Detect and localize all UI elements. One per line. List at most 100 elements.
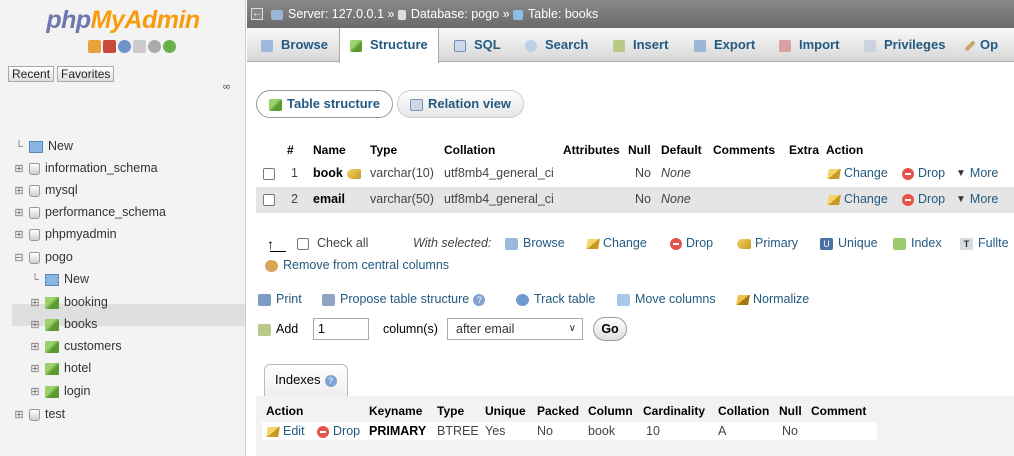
expand-icon[interactable]: ⊞ — [28, 386, 42, 398]
col-header-default[interactable]: Default — [661, 143, 702, 157]
bulk-index-button[interactable]: Index — [893, 236, 942, 250]
breadcrumb-separator: » — [502, 7, 510, 21]
docs-icon[interactable] — [133, 40, 146, 53]
bulk-fulltext-button[interactable]: T Fullte — [960, 236, 1009, 250]
favorites-button[interactable]: Favorites — [57, 66, 115, 82]
print-link[interactable]: Print — [258, 292, 302, 306]
tree-item-label: New — [64, 272, 90, 286]
reload-icon[interactable] — [163, 40, 176, 53]
expand-icon[interactable]: ⊞ — [12, 229, 26, 241]
logo-part2: MyAdmin — [90, 6, 201, 34]
settings-icon[interactable] — [148, 40, 161, 53]
check-all-label[interactable]: Check all — [317, 236, 368, 250]
row-checkbox[interactable] — [263, 194, 275, 206]
expand-icon[interactable]: ⊞ — [28, 363, 42, 375]
row-checkbox[interactable] — [263, 168, 275, 180]
collapse-icon[interactable]: ← — [251, 8, 263, 20]
tree-item-label: mysql — [45, 183, 78, 197]
expand-icon[interactable]: ⊞ — [12, 207, 26, 219]
bulk-drop-button[interactable]: Drop — [670, 236, 713, 250]
tab-structure[interactable]: Structure — [339, 28, 439, 63]
tree-item-login[interactable]: ⊞ login — [28, 380, 90, 402]
expand-icon[interactable]: ⊞ — [28, 297, 42, 309]
breadcrumb-database[interactable]: Database: pogo — [411, 7, 499, 21]
subtab-relation-view[interactable]: Relation view — [396, 90, 525, 118]
change-link[interactable]: Change — [827, 166, 888, 180]
column-count-input[interactable]: 1 — [313, 318, 369, 340]
tree-item-phpmyadmin[interactable]: ⊞ phpmyadmin — [12, 223, 116, 245]
drop-link[interactable]: Drop — [902, 166, 945, 180]
subtab-table-structure[interactable]: Table structure — [256, 90, 393, 118]
drop-link[interactable]: Drop — [902, 192, 945, 206]
home-icon[interactable] — [88, 40, 101, 53]
main-tabs: Browse Structure SQL Search Insert Expor… — [247, 28, 1014, 63]
expand-icon[interactable]: ⊞ — [28, 341, 42, 353]
tree-item-pogo[interactable]: ⊟ pogo — [12, 246, 72, 268]
track-table-link[interactable]: Track table — [516, 292, 595, 306]
bulk-browse-button[interactable]: Browse — [505, 236, 565, 250]
column-position-select[interactable]: after email ∨ — [447, 318, 583, 340]
help-icon[interactable]: ? — [473, 293, 486, 306]
tab-export[interactable]: Export — [684, 28, 765, 62]
col-header-attributes[interactable]: Attributes — [563, 143, 620, 157]
change-label: Change — [844, 192, 888, 206]
normalize-link[interactable]: Normalize — [736, 292, 809, 306]
tree-item-test[interactable]: ⊞ test — [12, 403, 65, 425]
change-link[interactable]: Change — [827, 192, 888, 206]
expand-icon[interactable]: ⊞ — [12, 185, 26, 197]
col-header-extra[interactable]: Extra — [789, 143, 819, 157]
help-icon[interactable]: ? — [324, 374, 337, 387]
tab-import[interactable]: Import — [769, 28, 849, 62]
more-dropdown[interactable]: ▼ More — [956, 192, 998, 206]
propose-structure-link[interactable]: Propose table structure? — [322, 292, 486, 306]
idx-header-keyname: Keyname — [369, 404, 423, 418]
tree-item-booking[interactable]: ⊞ booking — [28, 291, 107, 313]
tab-operations[interactable]: Op — [958, 28, 1008, 62]
tab-privileges[interactable]: Privileges — [854, 28, 955, 62]
columns-unit-label: column(s) — [383, 322, 438, 336]
tree-item-new[interactable]: └ New — [12, 135, 73, 157]
tab-insert[interactable]: Insert — [603, 28, 678, 62]
breadcrumb: Server: 127.0.0.1 » Database: pogo » Tab… — [271, 0, 598, 28]
exit-icon[interactable] — [103, 40, 116, 53]
bulk-primary-button[interactable]: Primary — [737, 236, 798, 250]
col-header-null[interactable]: Null — [628, 143, 651, 157]
tab-search[interactable]: Search — [515, 28, 598, 62]
col-header-collation[interactable]: Collation — [444, 143, 495, 157]
index-drop-link[interactable]: Drop — [317, 424, 360, 438]
expand-icon[interactable]: ⊞ — [28, 319, 42, 331]
tree-item-label: customers — [64, 339, 122, 353]
bulk-change-button[interactable]: Change — [586, 236, 647, 250]
tab-sql[interactable]: SQL — [444, 28, 511, 62]
breadcrumb-server[interactable]: Server: 127.0.0.1 — [288, 7, 384, 21]
expand-icon[interactable]: ⊞ — [12, 163, 26, 175]
tree-item-books[interactable]: ⊞ books — [28, 313, 97, 335]
check-all-checkbox[interactable] — [297, 238, 309, 250]
col-header-type[interactable]: Type — [370, 143, 397, 157]
tree-item-new[interactable]: └ New — [28, 268, 89, 290]
move-columns-link[interactable]: Move columns — [617, 292, 716, 306]
tree-item-information-schema[interactable]: ⊞ information_schema — [12, 157, 157, 179]
collapse-icon[interactable]: ⊟ — [12, 252, 26, 264]
tab-browse[interactable]: Browse — [251, 28, 338, 62]
go-button[interactable]: Go — [593, 317, 627, 341]
expand-icon[interactable]: ⊞ — [12, 409, 26, 421]
breadcrumb-table[interactable]: Table: books — [528, 7, 598, 21]
key-icon — [737, 238, 751, 249]
link-icon[interactable]: ∞ — [222, 80, 231, 93]
tree-item-mysql[interactable]: ⊞ mysql — [12, 179, 78, 201]
help-icon[interactable] — [118, 40, 131, 53]
tree-item-hotel[interactable]: ⊞ hotel — [28, 357, 91, 379]
bulk-unique-button[interactable]: U Unique — [820, 236, 878, 250]
tree-item-performance-schema[interactable]: ⊞ performance_schema — [12, 201, 166, 223]
phpmyadmin-logo[interactable]: phpMyAdmin — [0, 6, 246, 35]
row-collation: utf8mb4_general_ci — [444, 166, 554, 180]
col-header-name[interactable]: Name — [313, 143, 346, 157]
col-header-comments[interactable]: Comments — [713, 143, 775, 157]
recent-button[interactable]: Recent — [8, 66, 55, 82]
more-dropdown[interactable]: ▼ More — [956, 166, 998, 180]
tree-item-customers[interactable]: ⊞ customers — [28, 335, 122, 357]
table-icon — [45, 385, 59, 398]
index-edit-link[interactable]: Edit — [266, 424, 305, 438]
remove-central-columns-button[interactable]: Remove from central columns — [265, 258, 449, 272]
